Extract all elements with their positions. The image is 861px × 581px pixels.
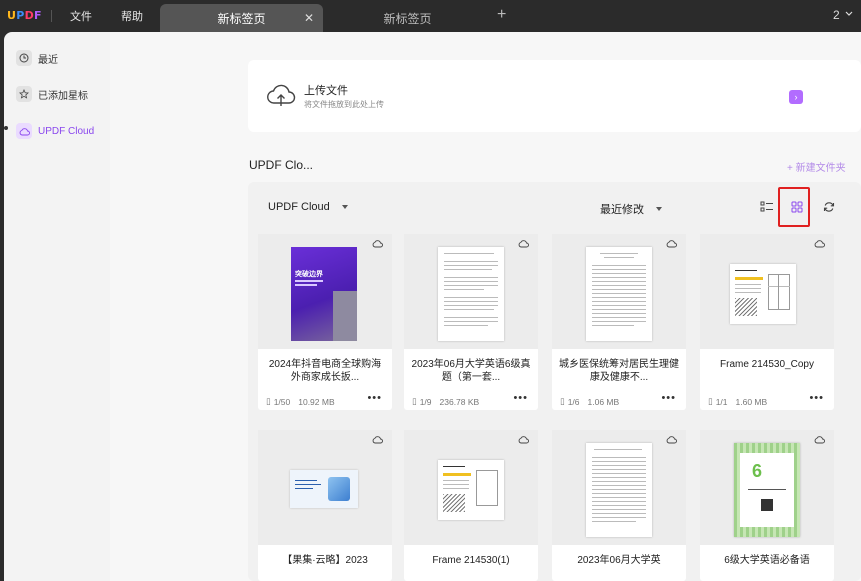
file-title: 2024年抖音电商全球购海外商家成长扳... bbox=[268, 359, 382, 383]
list-view-button[interactable] bbox=[757, 197, 777, 217]
file-thumbnail bbox=[404, 234, 538, 349]
file-meta: ▯ 1/1 1.60 MB bbox=[708, 396, 768, 407]
cloud-icon bbox=[16, 123, 32, 139]
caret-down-icon bbox=[656, 207, 662, 211]
file-thumbnail: 突破边界 bbox=[258, 234, 392, 349]
more-options-icon[interactable]: ••• bbox=[367, 392, 382, 404]
file-card[interactable]: 2023年06月大学英 bbox=[552, 430, 686, 581]
file-card[interactable]: 突破边界 2024年抖音电商全球购海外商家成长扳... ▯ 1/50 10.92 M… bbox=[258, 234, 392, 410]
sidebar-item-label: 已添加星标 bbox=[38, 90, 88, 102]
file-title: 2023年06月大学英 bbox=[577, 555, 661, 566]
main-content: 上传文件 将文件拖放到此处上传 › UPDF Clo... + 新建文件夹 UP… bbox=[110, 32, 861, 581]
cloud-icon bbox=[666, 436, 677, 444]
cloud-icon bbox=[518, 240, 529, 248]
sort-dropdown[interactable]: 最近修改 bbox=[600, 201, 662, 217]
file-thumbnail bbox=[258, 430, 392, 545]
caret-down-icon bbox=[341, 205, 348, 209]
star-icon bbox=[16, 86, 32, 102]
menu-file[interactable]: 文件 bbox=[70, 8, 92, 24]
menu-help[interactable]: 帮助 bbox=[121, 8, 143, 24]
title-bar: UPDF 文件 帮助 新标签页 ✕ 新标签页 + 2 bbox=[0, 0, 861, 32]
location-label: UPDF Cloud bbox=[268, 201, 330, 213]
file-card[interactable]: 【果集·云略】2023 bbox=[258, 430, 392, 581]
file-meta: ▯ 1/50 10.92 MB bbox=[266, 396, 335, 407]
tab-label: 新标签页 bbox=[383, 11, 432, 26]
file-title: 城乡医保统筹对居民生理健康及健康不... bbox=[559, 359, 679, 383]
sidebar-item-label: UPDF Cloud bbox=[38, 125, 95, 137]
tab-new-active[interactable]: 新标签页 ✕ bbox=[160, 4, 323, 32]
document-cover: 6 bbox=[734, 443, 800, 537]
file-title: Frame 214530_Copy bbox=[720, 359, 814, 370]
add-tab-icon[interactable]: + bbox=[497, 6, 506, 24]
chevron-right-icon[interactable]: › bbox=[789, 90, 803, 104]
cloud-icon bbox=[814, 436, 825, 444]
sidebar-item-updf-cloud[interactable]: UPDF Cloud bbox=[16, 118, 94, 144]
sidebar-item-recent[interactable]: 最近 bbox=[16, 45, 58, 71]
chevron-down-icon[interactable] bbox=[844, 8, 854, 18]
tab-new-inactive[interactable]: 新标签页 bbox=[330, 4, 485, 32]
cloud-upload-icon bbox=[267, 84, 296, 106]
upload-area[interactable]: 上传文件 将文件拖放到此处上传 › bbox=[248, 60, 861, 132]
file-title: 6级大学英语必备语 bbox=[724, 555, 810, 566]
sidebar-item-starred[interactable]: 已添加星标 bbox=[16, 81, 88, 107]
clock-icon bbox=[16, 50, 32, 66]
new-folder-button[interactable]: + 新建文件夹 bbox=[787, 159, 846, 174]
location-dropdown[interactable]: UPDF Cloud bbox=[268, 201, 348, 213]
upload-title: 上传文件 bbox=[304, 85, 348, 97]
document-cover: 突破边界 bbox=[291, 247, 357, 341]
document-page bbox=[438, 460, 504, 520]
active-indicator bbox=[4, 126, 8, 130]
file-thumbnail bbox=[700, 234, 834, 349]
sidebar-item-label: 最近 bbox=[38, 54, 58, 66]
file-card[interactable]: 城乡医保统筹对居民生理健康及健康不... ▯ 1/6 1.06 MB ••• bbox=[552, 234, 686, 410]
document-page bbox=[586, 443, 652, 537]
file-card[interactable]: 2023年06月大学英语6级真题（第一套... ▯ 1/9 236.78 KB ••… bbox=[404, 234, 538, 410]
sidebar: 最近 已添加星标 UPDF Cloud bbox=[4, 32, 110, 581]
more-options-icon[interactable]: ••• bbox=[661, 392, 676, 404]
cloud-icon bbox=[372, 240, 383, 248]
close-tab-icon[interactable]: ✕ bbox=[304, 11, 314, 25]
refresh-button[interactable] bbox=[819, 197, 839, 217]
cloud-icon bbox=[814, 240, 825, 248]
file-card[interactable]: Frame 214530_Copy ▯ 1/1 1.60 MB ••• bbox=[700, 234, 834, 410]
upload-subtitle: 将文件拖放到此处上传 bbox=[304, 100, 384, 109]
file-thumbnail: 6 bbox=[700, 430, 834, 545]
sort-label: 最近修改 bbox=[600, 204, 644, 216]
highlight-box bbox=[778, 187, 810, 227]
updf-logo: UPDF bbox=[7, 9, 42, 22]
more-options-icon[interactable]: ••• bbox=[809, 392, 824, 404]
refresh-icon bbox=[823, 202, 835, 212]
tab-label: 新标签页 bbox=[217, 11, 266, 26]
file-title: 【果集·云略】2023 bbox=[282, 555, 368, 566]
file-card[interactable]: Frame 214530(1) bbox=[404, 430, 538, 581]
file-meta: ▯ 1/9 236.78 KB bbox=[412, 396, 480, 407]
file-thumbnail bbox=[552, 234, 686, 349]
list-view-icon bbox=[760, 201, 773, 212]
document-page bbox=[438, 247, 504, 341]
cloud-icon bbox=[666, 240, 677, 248]
file-thumbnail bbox=[552, 430, 686, 545]
document-cover bbox=[290, 470, 358, 508]
cover-title: 突破边界 bbox=[295, 271, 323, 278]
section-title: UPDF Clo... bbox=[249, 158, 314, 172]
more-options-icon[interactable]: ••• bbox=[513, 392, 528, 404]
document-page bbox=[730, 264, 796, 324]
cloud-icon bbox=[518, 436, 529, 444]
cloud-icon bbox=[372, 436, 383, 444]
file-thumbnail bbox=[404, 430, 538, 545]
window-count[interactable]: 2 bbox=[833, 8, 840, 22]
title-divider bbox=[51, 10, 52, 22]
file-title: Frame 214530(1) bbox=[432, 555, 510, 566]
file-title: 2023年06月大学英语6级真题（第一套... bbox=[411, 359, 531, 383]
file-card[interactable]: 6 6级大学英语必备语 bbox=[700, 430, 834, 581]
document-page bbox=[586, 247, 652, 341]
file-meta: ▯ 1/6 1.06 MB bbox=[560, 396, 620, 407]
